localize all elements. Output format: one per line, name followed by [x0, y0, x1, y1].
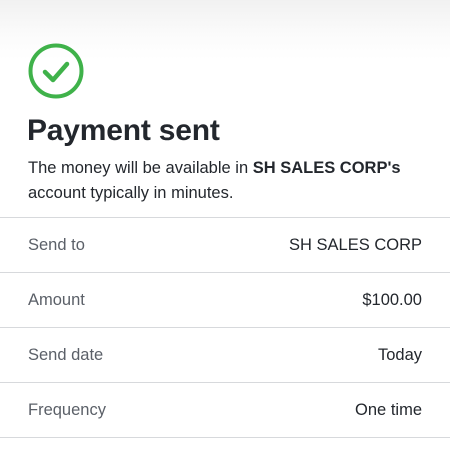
- page-title: Payment sent: [27, 114, 220, 147]
- detail-row-send-date: Send date Today: [0, 328, 450, 383]
- send-date-label: Send date: [28, 345, 104, 364]
- frequency-value: One time: [355, 400, 422, 419]
- frequency-label: Frequency: [28, 400, 106, 419]
- send-to-value: SH SALES CORP: [289, 235, 422, 254]
- amount-value: $100.00: [362, 290, 422, 309]
- send-date-value: Today: [377, 345, 422, 364]
- detail-row-send-to: Send to SH SALES CORP: [0, 218, 450, 273]
- detail-row-amount: Amount $100.00: [0, 273, 450, 328]
- detail-row-frequency: Frequency One time: [0, 383, 450, 438]
- message-suffix: account typically in minutes.: [28, 184, 234, 202]
- send-to-label: Send to: [28, 235, 85, 254]
- confirmation-message: The money will be available in SH SALES …: [28, 156, 428, 206]
- recipient-name: SH SALES CORP's: [252, 159, 401, 177]
- payment-details: Send to SH SALES CORP Amount $100.00 Sen…: [0, 217, 450, 438]
- check-circle-icon: [28, 43, 84, 99]
- message-prefix: The money will be available in: [28, 159, 253, 177]
- amount-label: Amount: [28, 290, 85, 309]
